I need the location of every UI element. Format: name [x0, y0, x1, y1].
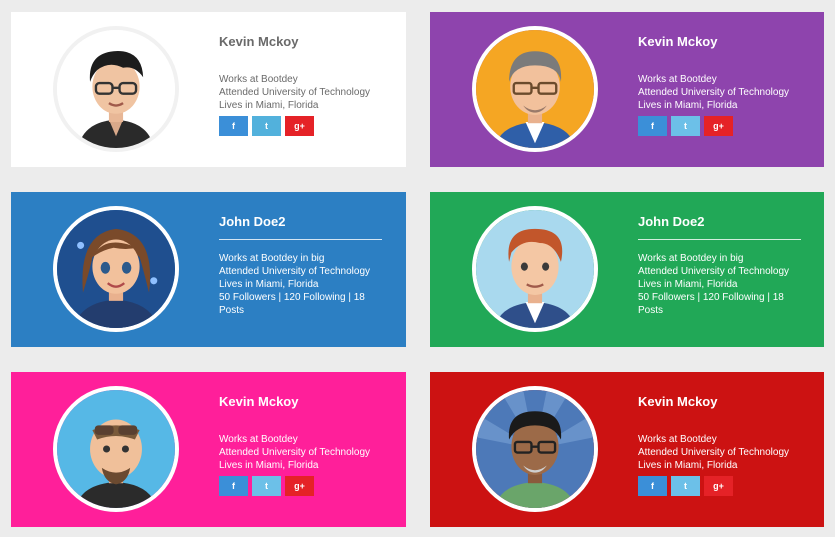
social-buttons: f t g+	[638, 476, 810, 496]
work-line: Works at Bootdey	[219, 434, 298, 445]
facebook-button[interactable]: f	[638, 116, 667, 136]
profile-name: Kevin Mckoy	[638, 394, 718, 409]
location-line: Lives in Miami, Florida	[219, 100, 319, 111]
social-buttons: f t g+	[219, 476, 392, 496]
profile-name: Kevin Mckoy	[638, 34, 718, 49]
profile-card: John Doe2 Works at Bootdey in big Attend…	[430, 192, 824, 347]
avatar-brown-hair-woman-icon	[57, 210, 175, 328]
work-line: Works at Bootdey	[219, 74, 298, 85]
avatar	[53, 386, 179, 512]
profile-info: Kevin Mckoy Works at Bootdey Attended Un…	[219, 34, 392, 136]
twitter-button[interactable]: t	[252, 476, 281, 496]
profile-info: John Doe2 Works at Bootdey in big Attend…	[638, 214, 810, 317]
facebook-button[interactable]: f	[219, 116, 248, 136]
google-plus-button[interactable]: g+	[704, 476, 733, 496]
profile-name: Kevin Mckoy	[219, 34, 299, 49]
facebook-button[interactable]: f	[638, 476, 667, 496]
education-line: Attended University of Technology	[638, 87, 790, 98]
avatar	[53, 26, 179, 152]
location-line: Lives in Miami, Florida	[219, 279, 319, 290]
facebook-button[interactable]: f	[219, 476, 248, 496]
education-line: Attended University of Technology	[638, 447, 790, 458]
avatar-sunglasses-man-icon	[57, 390, 175, 508]
profile-card: John Doe2 Works at Bootdey in big Attend…	[11, 192, 406, 347]
profile-card: Kevin Mckoy Works at Bootdey Attended Un…	[11, 372, 406, 527]
work-line: Works at Bootdey in big	[638, 253, 744, 264]
education-line: Attended University of Technology	[638, 266, 790, 277]
location-line: Lives in Miami, Florida	[638, 460, 738, 471]
profile-info: John Doe2 Works at Bootdey in big Attend…	[219, 214, 392, 317]
avatar	[472, 206, 598, 332]
work-line: Works at Bootdey in big	[219, 253, 325, 264]
profile-name: John Doe2	[638, 214, 705, 229]
twitter-button[interactable]: t	[252, 116, 281, 136]
profile-name: John Doe2	[219, 214, 286, 229]
google-plus-button[interactable]: g+	[704, 116, 733, 136]
profile-info: Kevin Mckoy Works at Bootdey Attended Un…	[638, 394, 810, 496]
profile-card: Kevin Mckoy Works at Bootdey Attended Un…	[430, 12, 824, 167]
location-line: Lives in Miami, Florida	[219, 460, 319, 471]
location-line: Lives in Miami, Florida	[638, 100, 738, 111]
avatar-red-hair-man-icon	[476, 210, 594, 328]
stats-line: Posts	[219, 305, 245, 316]
profile-info: Kevin Mckoy Works at Bootdey Attended Un…	[638, 34, 810, 136]
stats-line: Posts	[638, 305, 664, 316]
google-plus-button[interactable]: g+	[285, 476, 314, 496]
education-line: Attended University of Technology	[219, 266, 371, 277]
social-buttons: f t g+	[638, 116, 810, 136]
profile-info: Kevin Mckoy Works at Bootdey Attended Un…	[219, 394, 392, 496]
avatar	[53, 206, 179, 332]
profile-card-grid: Kevin Mckoy Works at Bootdey Attended Un…	[0, 0, 835, 537]
profile-card: Kevin Mckoy Works at Bootdey Attended Un…	[11, 12, 406, 167]
education-line: Attended University of Technology	[219, 447, 371, 458]
work-line: Works at Bootdey	[638, 434, 717, 445]
avatar	[472, 386, 598, 512]
profile-card: Kevin Mckoy Works at Bootdey Attended Un…	[430, 372, 824, 527]
profile-name: Kevin Mckoy	[219, 394, 299, 409]
stats-line: 50 Followers | 120 Following | 18	[638, 292, 784, 303]
stats-line: 50 Followers | 120 Following | 18	[219, 292, 365, 303]
avatar-dark-skin-glasses-icon	[476, 390, 594, 508]
avatar	[472, 26, 598, 152]
education-line: Attended University of Technology	[219, 87, 371, 98]
twitter-button[interactable]: t	[671, 116, 700, 136]
divider	[638, 239, 801, 240]
divider	[219, 239, 382, 240]
social-buttons: f t g+	[219, 116, 392, 136]
location-line: Lives in Miami, Florida	[638, 279, 738, 290]
avatar-dark-hair-glasses-icon	[57, 30, 175, 148]
twitter-button[interactable]: t	[671, 476, 700, 496]
google-plus-button[interactable]: g+	[285, 116, 314, 136]
avatar-gray-hair-glasses-icon	[476, 30, 594, 148]
work-line: Works at Bootdey	[638, 74, 717, 85]
